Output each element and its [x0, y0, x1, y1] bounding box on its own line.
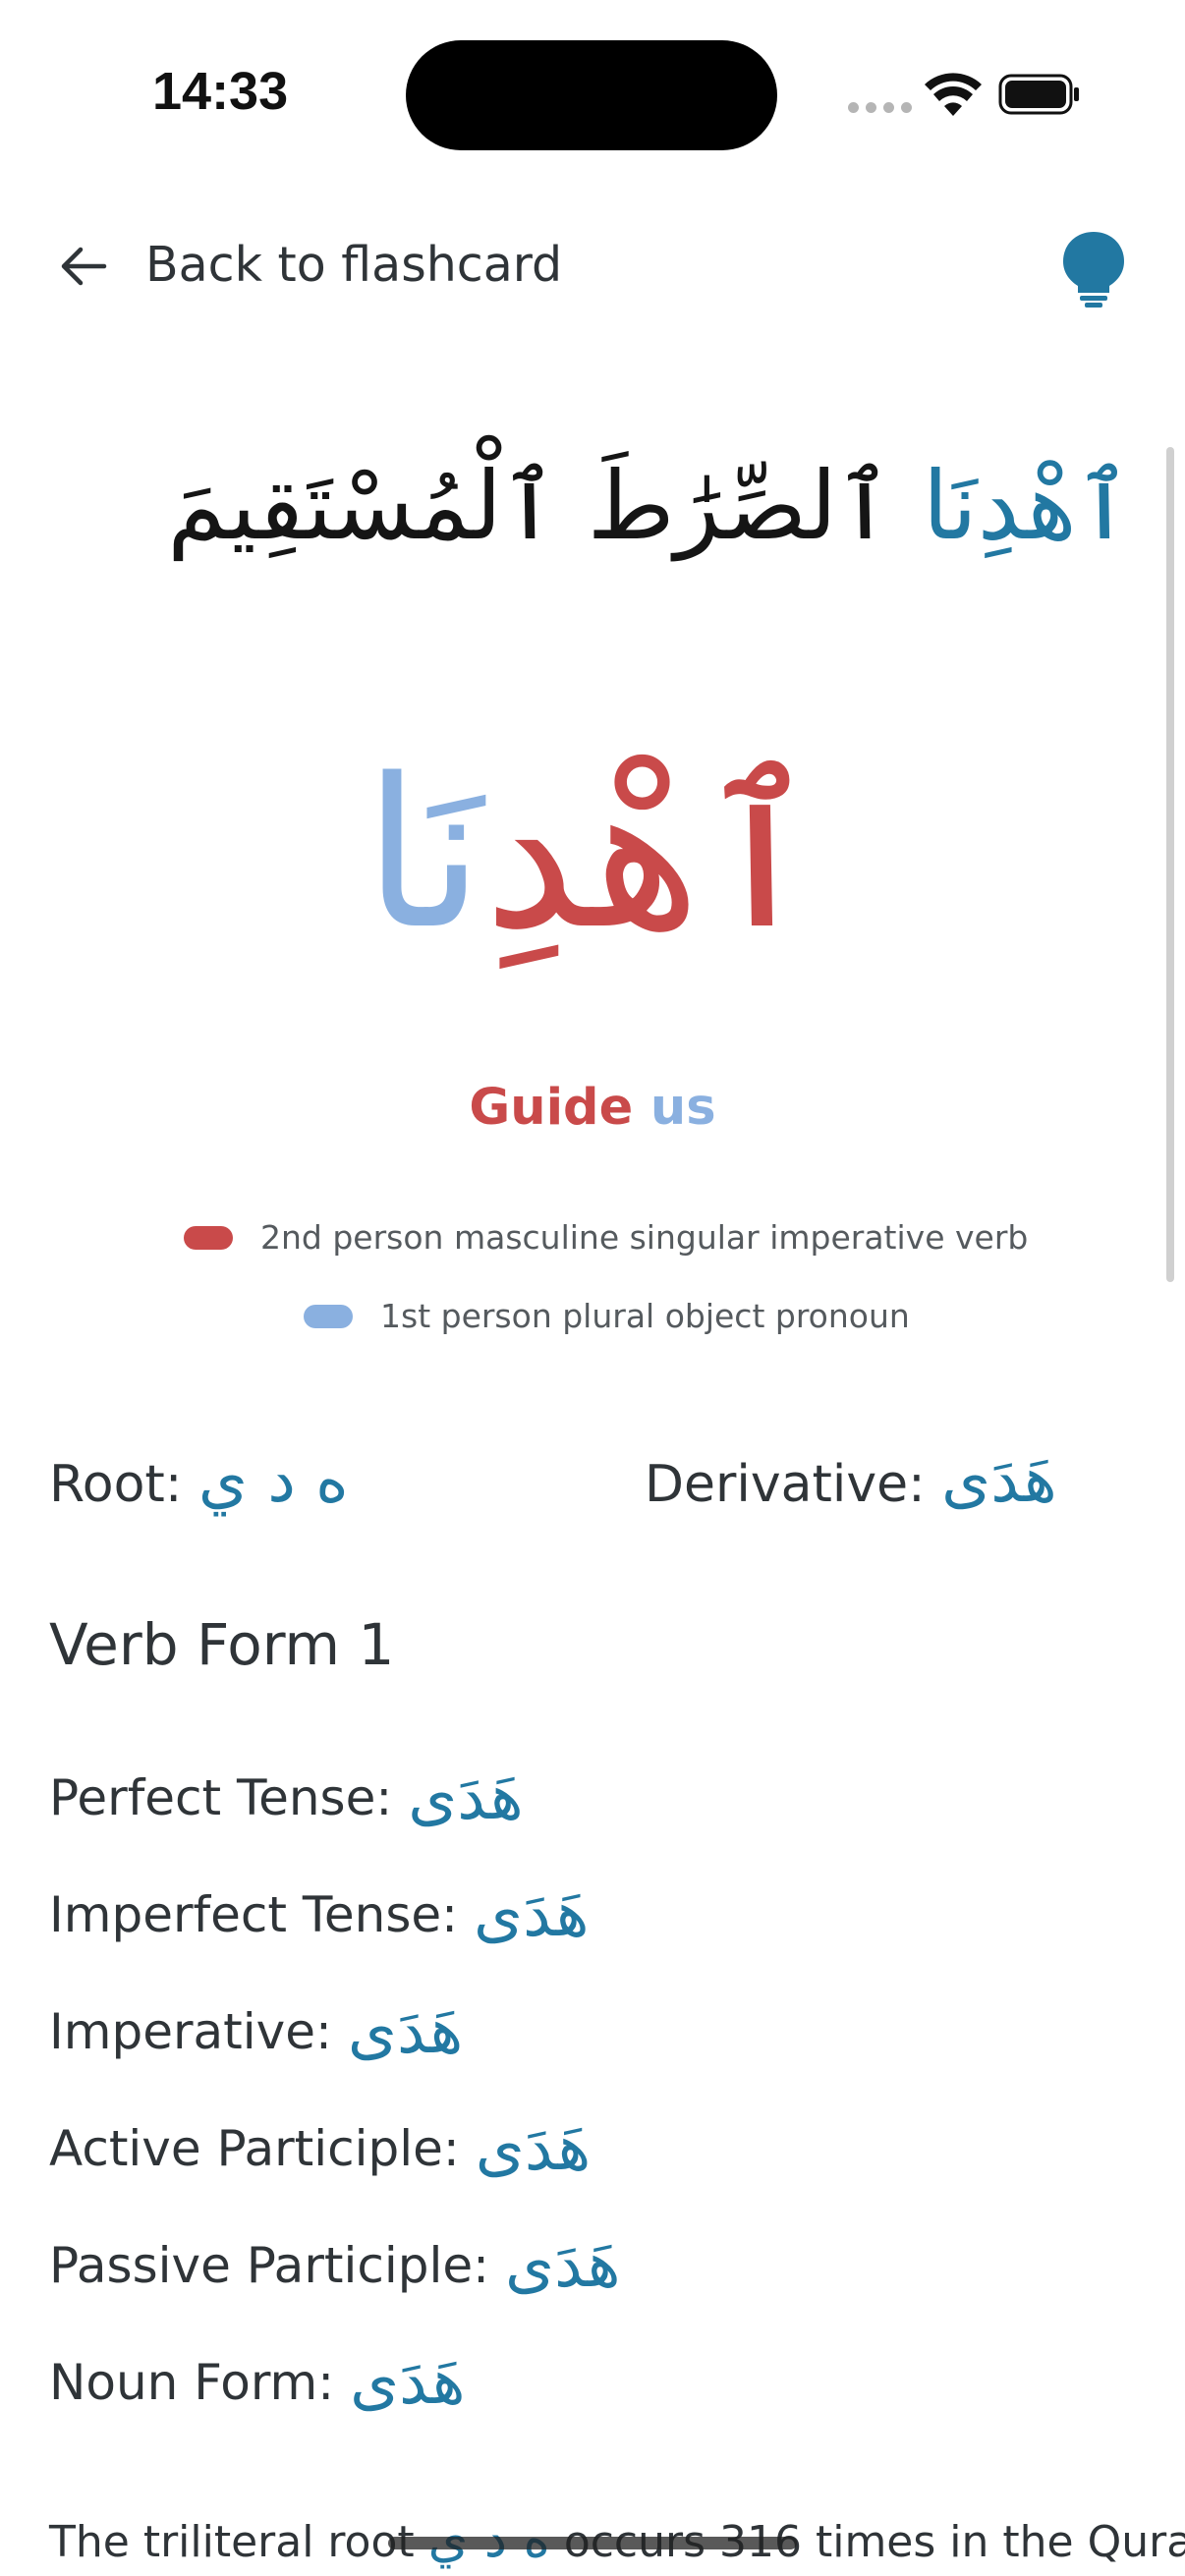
legend-swatch-verb	[184, 1225, 233, 1250]
back-arrow-icon[interactable]	[57, 240, 110, 293]
verb-form-row: Passive Participle: هَدَى	[49, 2207, 620, 2324]
form-value: هَدَى	[350, 2345, 466, 2419]
form-value: هَدَى	[408, 1761, 524, 1834]
root-value: ه د ي	[198, 1444, 349, 1517]
status-time: 14:33	[152, 62, 289, 121]
legend-item-verb: 2nd person masculine singular imperative…	[184, 1218, 1028, 1257]
derivative-row: Derivative: هَدَى	[645, 1444, 1057, 1517]
verse-rest: ٱلصِّرَٰطَ ٱلْمُسْتَقِيمَ	[167, 451, 893, 561]
form-label: Perfect Tense:	[49, 1768, 393, 1826]
form-label: Imperfect Tense:	[49, 1885, 459, 1943]
selected-word: ٱهْدِنَا	[0, 717, 1185, 992]
verb-form-list: Perfect Tense: هَدَى Imperfect Tense: هَ…	[49, 1739, 620, 2440]
back-to-flashcard-link[interactable]: Back to flashcard	[145, 237, 562, 293]
form-value: هَدَى	[474, 1877, 590, 1951]
verse-text: ٱهْدِنَا ٱلصِّرَٰطَ ٱلْمُسْتَقِيمَ	[167, 432, 1132, 580]
verse-highlighted-word[interactable]: ٱهْدِنَا	[923, 451, 1132, 561]
description-before: The triliteral root	[49, 2517, 415, 2567]
form-value: هَدَى	[475, 2111, 592, 2185]
verb-form-row: Noun Form: هَدَى	[49, 2324, 620, 2440]
root-label: Root:	[49, 1455, 183, 1514]
verb-form-row: Active Participle: هَدَى	[49, 2090, 620, 2207]
legend-label: 1st person plural object pronoun	[380, 1297, 910, 1335]
translation-verb-part: Guide	[469, 1079, 634, 1137]
form-label: Passive Participle:	[49, 2236, 489, 2294]
verb-form-row: Imperfect Tense: هَدَى	[49, 1856, 620, 1973]
root-row: Root: ه د ي	[49, 1444, 349, 1517]
dynamic-island	[406, 40, 777, 150]
translation-pronoun-part: us	[649, 1079, 716, 1137]
home-indicator[interactable]	[388, 2537, 797, 2549]
legend-swatch-pronoun	[304, 1304, 353, 1328]
word-translation: Guide us	[0, 1079, 1185, 1137]
verb-form-title: Verb Form 1	[49, 1611, 395, 1678]
verb-form-row: Imperative: هَدَى	[49, 1973, 620, 2090]
cellular-signal-icon	[848, 102, 912, 113]
derivative-value: هَدَى	[941, 1444, 1057, 1517]
verb-form-row: Perfect Tense: هَدَى	[49, 1739, 620, 1856]
wifi-icon	[925, 73, 982, 116]
legend-item-pronoun: 1st person plural object pronoun	[304, 1297, 910, 1335]
lightbulb-hint-icon[interactable]	[1061, 230, 1126, 308]
word-pronoun-part: نَا	[363, 734, 484, 975]
battery-icon	[998, 74, 1079, 115]
form-label: Imperative:	[49, 2002, 332, 2060]
derivative-label: Derivative:	[645, 1455, 926, 1514]
form-label: Active Participle:	[49, 2119, 460, 2177]
form-label: Noun Form:	[49, 2353, 335, 2411]
form-value: هَدَى	[505, 2228, 621, 2302]
legend-label: 2nd person masculine singular imperative…	[260, 1218, 1029, 1257]
word-verb-part: ٱهْدِ	[483, 734, 822, 975]
form-value: هَدَى	[347, 1994, 464, 2068]
